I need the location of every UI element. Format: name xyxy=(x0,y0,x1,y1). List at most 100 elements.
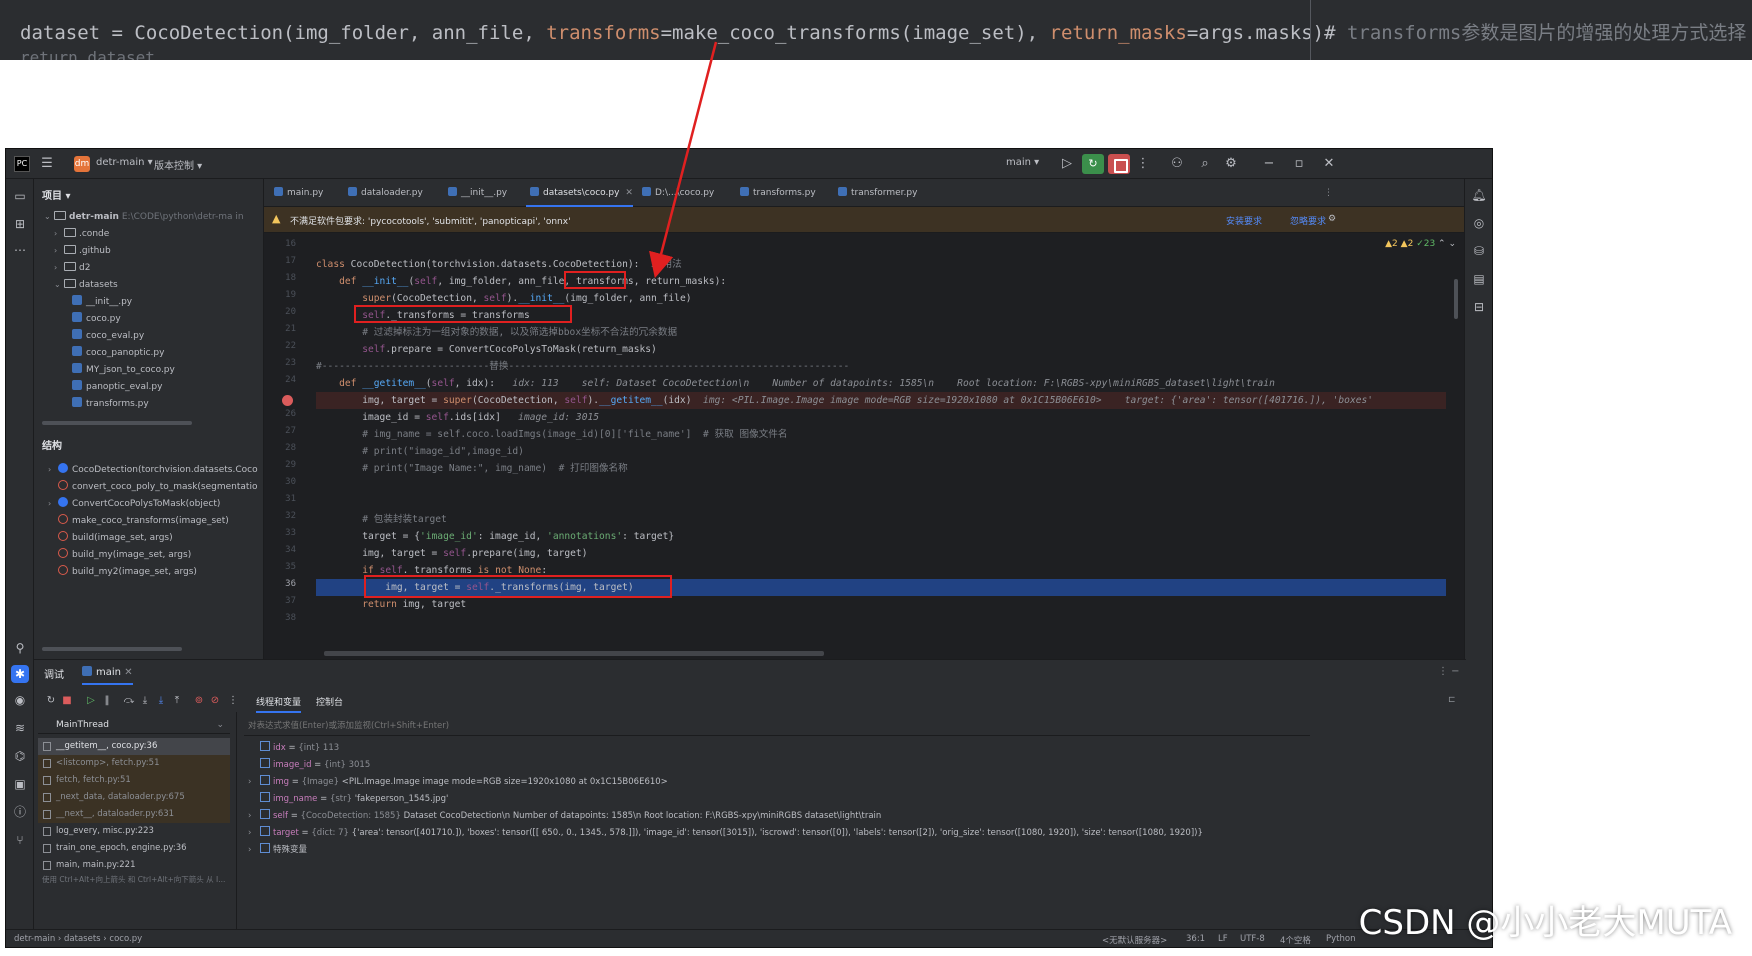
resume-icon[interactable]: ▷ xyxy=(84,694,98,708)
run-icon[interactable]: ▷ xyxy=(1058,155,1076,173)
grid-view-icon[interactable]: ⊟ xyxy=(1471,299,1487,315)
layout-settings-icon[interactable]: ⊏ xyxy=(1448,695,1456,705)
python-console-icon[interactable]: ⌬ xyxy=(11,747,29,765)
tree-item[interactable]: coco_eval.py xyxy=(72,328,144,344)
more-tools-icon[interactable]: ⋯ xyxy=(11,241,29,259)
git-tool-icon[interactable]: ⑂ xyxy=(11,831,29,849)
project-hscroll[interactable] xyxy=(42,421,192,425)
structure-item[interactable]: › CocoDetection(torchvision.datasets.Coco xyxy=(48,462,258,478)
run-config-selector[interactable]: main ▾ xyxy=(1006,157,1039,168)
variable-row[interactable]: idx = {int} 113 xyxy=(248,740,339,757)
stop-button[interactable] xyxy=(1108,154,1130,174)
debug-tool-icon[interactable]: ✱ xyxy=(11,665,29,683)
expand-chevron-icon[interactable]: › xyxy=(248,825,260,842)
stack-frame[interactable]: __getitem__, coco.py:36 xyxy=(38,738,230,755)
stack-frame[interactable]: fetch, fetch.py:51 xyxy=(38,772,230,789)
close-tab-icon[interactable]: ✕ xyxy=(625,188,633,198)
variable-row[interactable]: › 特殊变量 xyxy=(248,842,307,859)
close-window-icon[interactable]: ✕ xyxy=(1320,155,1338,173)
breadcrumb[interactable]: detr-main › datasets › coco.py xyxy=(14,934,142,944)
breakpoint-icon[interactable] xyxy=(282,395,293,406)
tab-list-menu-icon[interactable]: ⋮ xyxy=(1320,179,1333,207)
indent-setting[interactable]: 4个空格 xyxy=(1280,934,1311,946)
ignore-requirements-link[interactable]: 忽略要求 xyxy=(1290,214,1326,227)
database-icon[interactable]: ⛁ xyxy=(1471,243,1487,259)
frames-variables-divider[interactable] xyxy=(236,712,237,930)
mute-breakpoints-icon[interactable]: ⊘ xyxy=(208,694,222,708)
code-area[interactable]: class CocoDetection(torchvision.datasets… xyxy=(316,233,1466,643)
tree-item[interactable]: transforms.py xyxy=(72,396,149,412)
caret-position[interactable]: 36:1 xyxy=(1186,934,1205,944)
tab-init-py[interactable]: __init__.py xyxy=(444,179,507,207)
expand-chevron-icon[interactable]: › xyxy=(248,808,260,825)
debug-panel-options-icon[interactable]: ⋮ − xyxy=(1438,666,1460,677)
tree-item[interactable]: __init__.py xyxy=(72,294,132,310)
tab-transforms-py[interactable]: transforms.py xyxy=(736,179,816,207)
python-packages-icon[interactable]: ⚲ xyxy=(11,639,29,657)
tree-item[interactable]: MY_json_to_coco.py xyxy=(72,362,175,378)
structure-item[interactable]: › ConvertCocoPolysToMask(object) xyxy=(48,496,220,512)
stack-frame[interactable]: <listcomp>, fetch.py:51 xyxy=(38,755,230,772)
debug-session-tab[interactable]: main ✕ xyxy=(82,666,133,685)
tab-datasets-coco-py[interactable]: datasets\coco.py ✕ xyxy=(526,179,633,207)
variable-row[interactable]: image_id = {int} 3015 xyxy=(248,757,370,774)
tab-threads-variables[interactable]: 线程和变量 xyxy=(256,695,302,713)
variable-row[interactable]: img_name = {str} 'fakeperson_1545.jpg' xyxy=(248,791,448,808)
structure-tool-icon[interactable]: ⊞ xyxy=(11,215,29,233)
structure-hscroll[interactable] xyxy=(42,647,182,651)
terminal-tool-icon[interactable]: ▣ xyxy=(11,775,29,793)
project-panel-title[interactable]: 项目 ▾ xyxy=(42,187,71,202)
step-into-my-code-icon[interactable]: ⤓ xyxy=(154,694,168,708)
rerun-debug-button[interactable]: ↻ xyxy=(1082,154,1104,174)
tree-item[interactable]: ⌄ datasets xyxy=(54,277,118,293)
ai-assistant-icon[interactable]: ◎ xyxy=(1471,215,1487,231)
stack-frame[interactable]: __next__, dataloader.py:631 xyxy=(38,806,230,823)
variable-row[interactable]: › self = {CocoDetection: 1585} Dataset Co… xyxy=(248,808,881,825)
app-logo-icon[interactable]: PC xyxy=(14,156,30,172)
tree-item[interactable]: coco.py xyxy=(72,311,121,327)
stack-frame[interactable]: _next_data, dataloader.py:675 xyxy=(38,789,230,806)
problems-tool-icon[interactable]: ⓘ xyxy=(11,803,29,821)
stack-frame[interactable]: log_every, misc.py:223 xyxy=(38,823,230,840)
evaluate-expression-input[interactable] xyxy=(248,719,1248,733)
restore-window-icon[interactable]: ▫ xyxy=(1290,155,1308,173)
minimize-window-icon[interactable]: − xyxy=(1260,155,1278,173)
structure-item[interactable]: build(image_set, args) xyxy=(58,530,173,546)
tab-transformer-py[interactable]: transformer.py xyxy=(834,179,917,207)
project-badge-icon[interactable]: dm xyxy=(74,156,90,172)
pause-icon[interactable]: ‖ xyxy=(100,694,114,708)
stop-debug-icon[interactable]: ■ xyxy=(60,694,74,708)
variable-row[interactable]: › img = {Image} <PIL.Image.Image image mo… xyxy=(248,774,668,791)
stack-frame[interactable]: main, main.py:221 xyxy=(38,857,230,874)
tab-d-coco-py[interactable]: D:\...\coco.py xyxy=(638,179,714,207)
project-tool-icon[interactable]: ▭ xyxy=(11,187,29,205)
tree-item[interactable]: › .github xyxy=(54,243,111,259)
tab-console[interactable]: 控制台 xyxy=(316,695,343,708)
structure-item[interactable]: build_my2(image_set, args) xyxy=(58,564,197,580)
variable-row[interactable]: › target = {dict: 7} {'area': tensor([401… xyxy=(248,825,1203,842)
thread-selector[interactable]: MainThread ⌄ xyxy=(38,716,230,734)
interpreter-status[interactable]: <无默认服务器> xyxy=(1102,934,1167,946)
line-separator[interactable]: LF xyxy=(1218,934,1228,944)
debug-more-icon[interactable]: ⋮ xyxy=(226,694,240,708)
python-version[interactable]: Python xyxy=(1326,934,1355,944)
expand-chevron-icon[interactable]: › xyxy=(248,842,260,859)
view-breakpoints-icon[interactable]: ⊚ xyxy=(192,694,206,708)
tree-item[interactable]: › d2 xyxy=(54,260,90,276)
editor-hscroll[interactable] xyxy=(324,651,824,656)
rerun-icon[interactable]: ↻ xyxy=(44,694,58,708)
settings-gear-icon[interactable]: ⚙ xyxy=(1222,155,1240,173)
sciview-icon[interactable]: ▤ xyxy=(1471,271,1487,287)
layers-tool-icon[interactable]: ≋ xyxy=(11,719,29,737)
vcs-menu[interactable]: 版本控制 ▾ xyxy=(154,157,202,172)
tree-item[interactable]: coco_panoptic.py xyxy=(72,345,164,361)
tree-root[interactable]: ⌄ detr-main E:\CODE\python\detr-ma in xyxy=(44,209,244,225)
services-tool-icon[interactable]: ◉ xyxy=(11,691,29,709)
file-encoding[interactable]: UTF-8 xyxy=(1240,934,1265,944)
more-actions-icon[interactable]: ⋮ xyxy=(1134,155,1152,173)
notifications-icon[interactable]: 🔔︎ xyxy=(1471,187,1487,203)
account-icon[interactable]: ⚇ xyxy=(1168,155,1186,173)
search-icon[interactable]: ⌕ xyxy=(1196,155,1214,173)
tree-item[interactable]: panoptic_eval.py xyxy=(72,379,162,395)
step-over-icon[interactable]: ⤼ xyxy=(122,694,136,708)
